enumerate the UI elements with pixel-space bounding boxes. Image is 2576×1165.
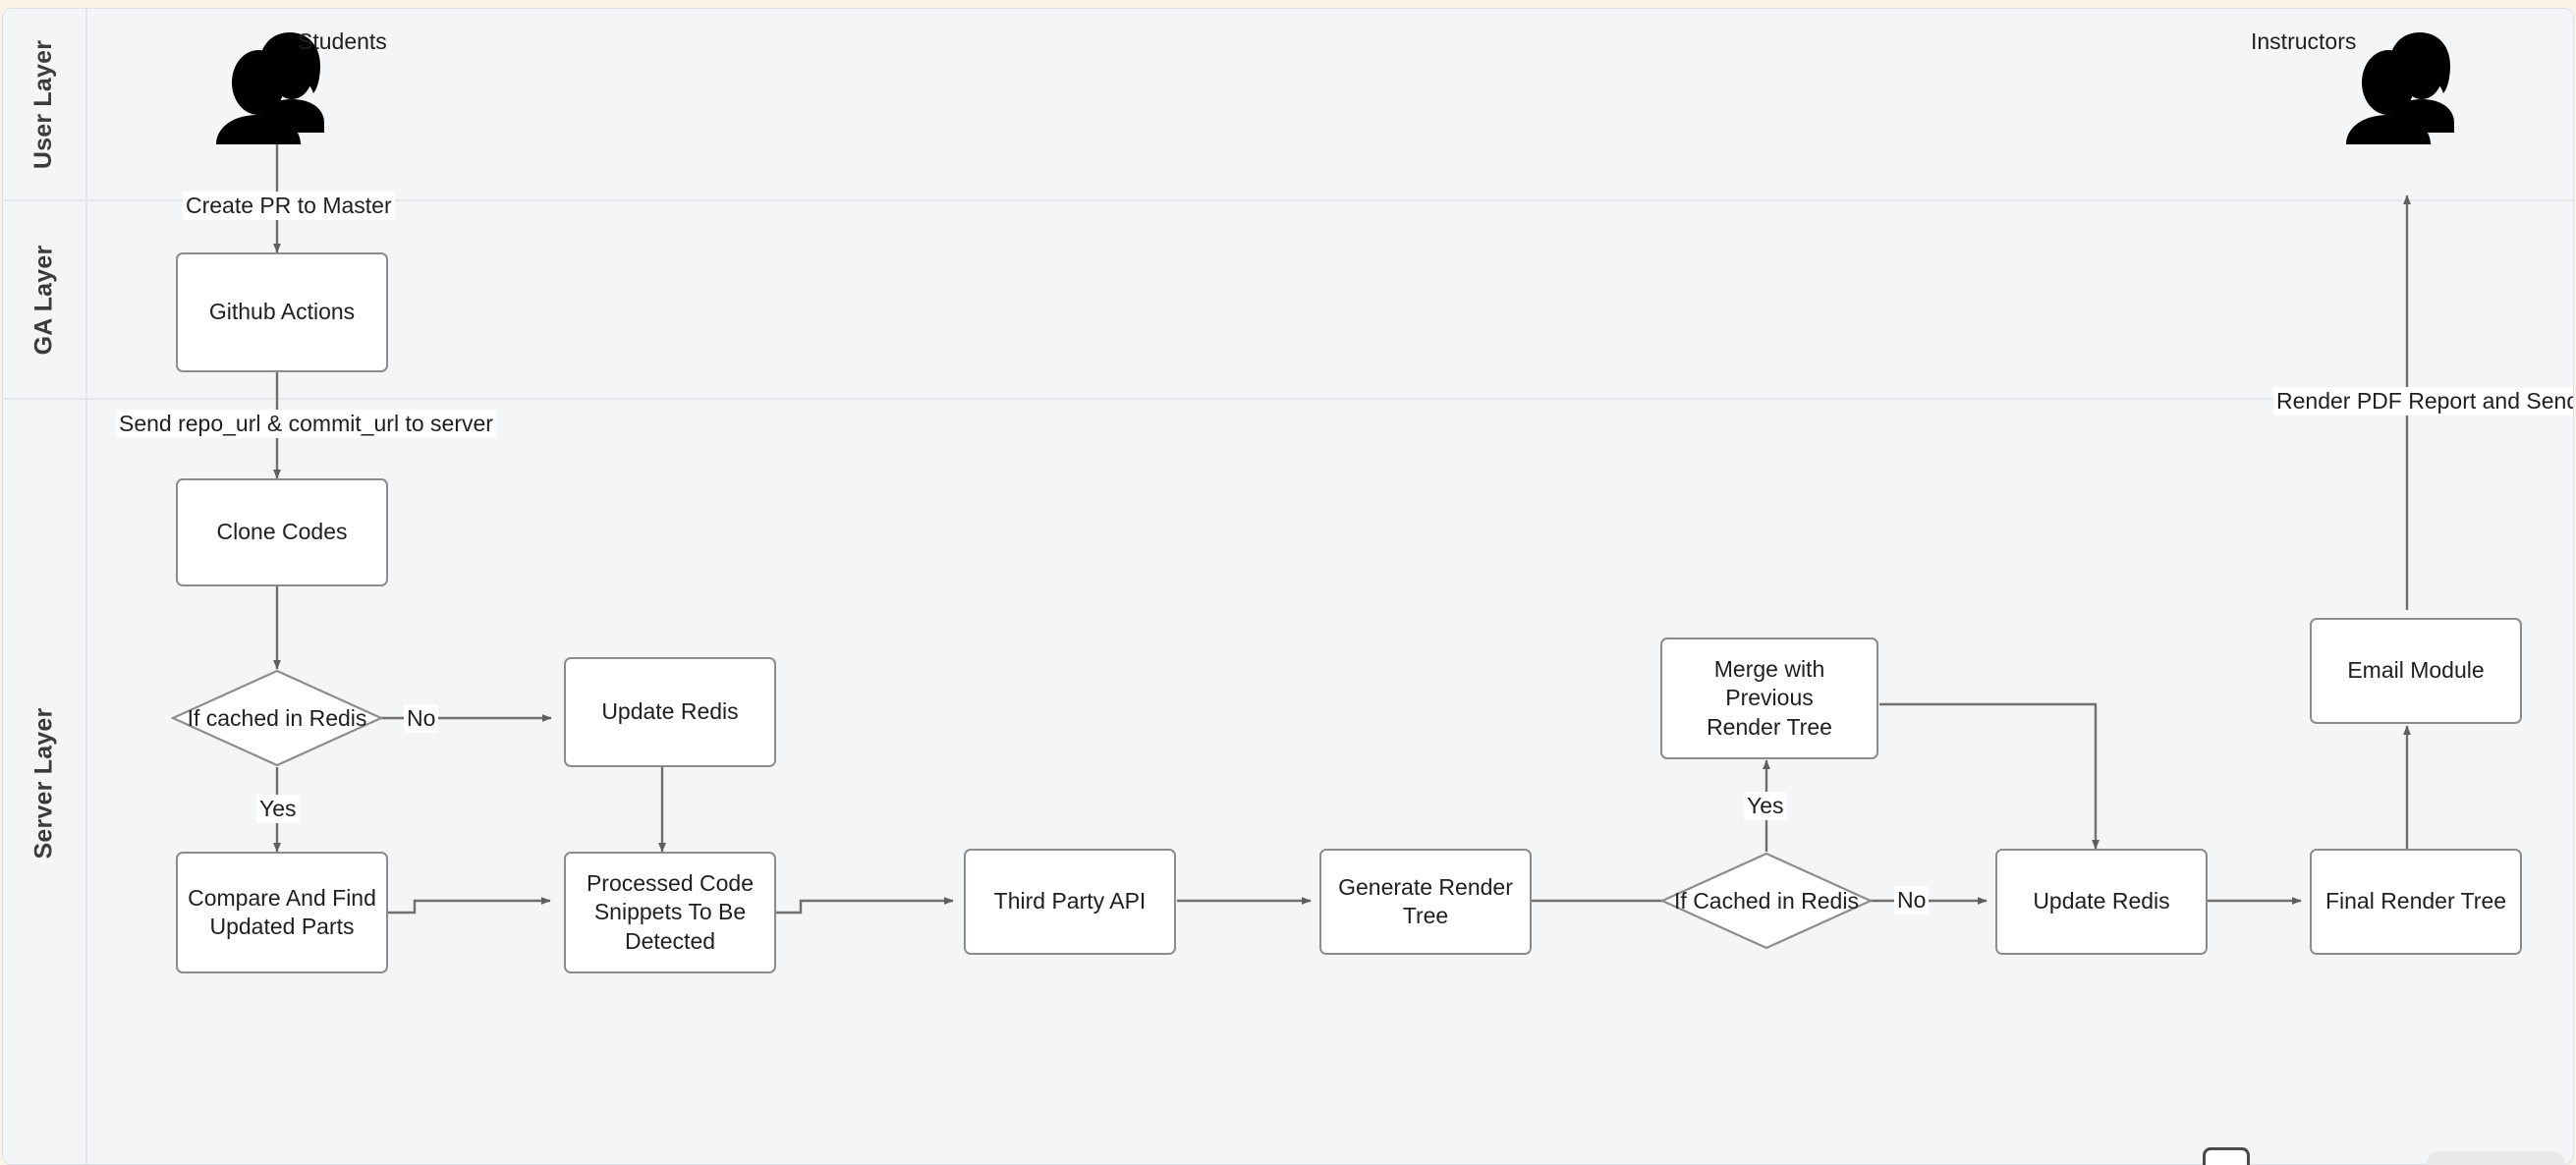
bottom-toolbar-button-fragment[interactable] [2203,1147,2250,1165]
edge-label-no-1: No [404,704,439,733]
edge-label-no-2: No [1894,886,1930,915]
node-label: Update Redis [2033,888,2170,915]
node-label: Update Redis [601,698,739,725]
node-update-redis-1[interactable]: Update Redis [564,657,776,767]
node-label-line-2: Updated Parts [209,914,355,939]
node-final-render-tree[interactable]: Final Render Tree [2310,849,2522,955]
node-label: If cached in Redis [187,704,367,731]
node-label-line-1: Merge with Previous [1713,655,1825,711]
edge-label-yes-1: Yes [256,795,300,823]
lane-title-ga-layer: GA Layer [29,245,58,355]
lane-title-user-layer: User Layer [29,39,58,169]
diagram-app: User Layer GA Layer Server Layer Student… [0,0,2576,1165]
diagram-canvas[interactable]: User Layer GA Layer Server Layer Student… [2,8,2574,1165]
edge-label-render-pdf-report-and-send: Render PDF Report and Send [2273,387,2573,416]
lane-header-user-layer: User Layer [3,9,87,199]
node-generate-render-tree[interactable]: Generate Render Tree [1319,849,1532,955]
node-label: Final Render Tree [2324,888,2507,915]
edge-label-create-pr-to-master: Create PR to Master [183,192,395,220]
top-accent-strip [0,0,2576,8]
node-label: Generate Render Tree [1338,873,1513,928]
node-label: If Cached in Redis [1674,887,1859,914]
node-label-line-1: Processed Code [586,869,755,896]
node-label-line-1: Compare And Find [188,884,376,911]
node-label-line-2: Render Tree [1707,713,1832,740]
lane-title-server-layer: Server Layer [29,707,58,859]
node-merge-with-previous-render-tree[interactable]: Merge with Previous Render Tree [1660,638,1878,759]
node-update-redis-2[interactable]: Update Redis [1995,849,2208,955]
node-label: Clone Codes [216,519,348,545]
edge-label-send-repo-url-commit-url: Send repo_url & commit_url to server [116,410,496,438]
node-if-cached-in-redis-1[interactable]: If cached in Redis [171,669,383,767]
diagram-surface: User Layer GA Layer Server Layer Student… [3,9,2573,1164]
node-email-module[interactable]: Email Module [2310,618,2522,724]
node-processed-code-snippets-to-be-detected[interactable]: Processed Code Snippets To Be Detected [564,852,776,973]
actor-label-instructors: Instructors [2251,28,2357,54]
lane-user-layer: User Layer [3,9,2573,201]
edge-label-yes-2: Yes [1744,792,1787,820]
node-label: Email Module [2347,657,2485,684]
lane-ga-layer: GA Layer [3,201,2573,400]
node-if-cached-in-redis-2[interactable]: If Cached in Redis [1660,852,1873,950]
node-compare-and-find-updated-parts[interactable]: Compare And Find Updated Parts [176,852,388,973]
node-label: Third Party API [993,888,1147,915]
bottom-toolbar-pill-fragment[interactable] [2427,1151,2564,1165]
node-third-party-api[interactable]: Third Party API [964,849,1176,955]
node-github-actions[interactable]: Github Actions [176,252,388,372]
lane-header-ga-layer: GA Layer [3,201,87,398]
lane-server-layer: Server Layer [3,400,2573,1164]
lane-header-server-layer: Server Layer [3,400,87,1164]
node-label: Github Actions [208,299,356,325]
people-icon [2346,32,2454,152]
node-label-line-2: Snippets To Be [593,899,747,925]
node-label-line-3: Detected [624,927,716,954]
actor-label-students: Students [298,28,387,54]
actor-instructors [2343,27,2471,152]
node-clone-codes[interactable]: Clone Codes [176,478,388,586]
